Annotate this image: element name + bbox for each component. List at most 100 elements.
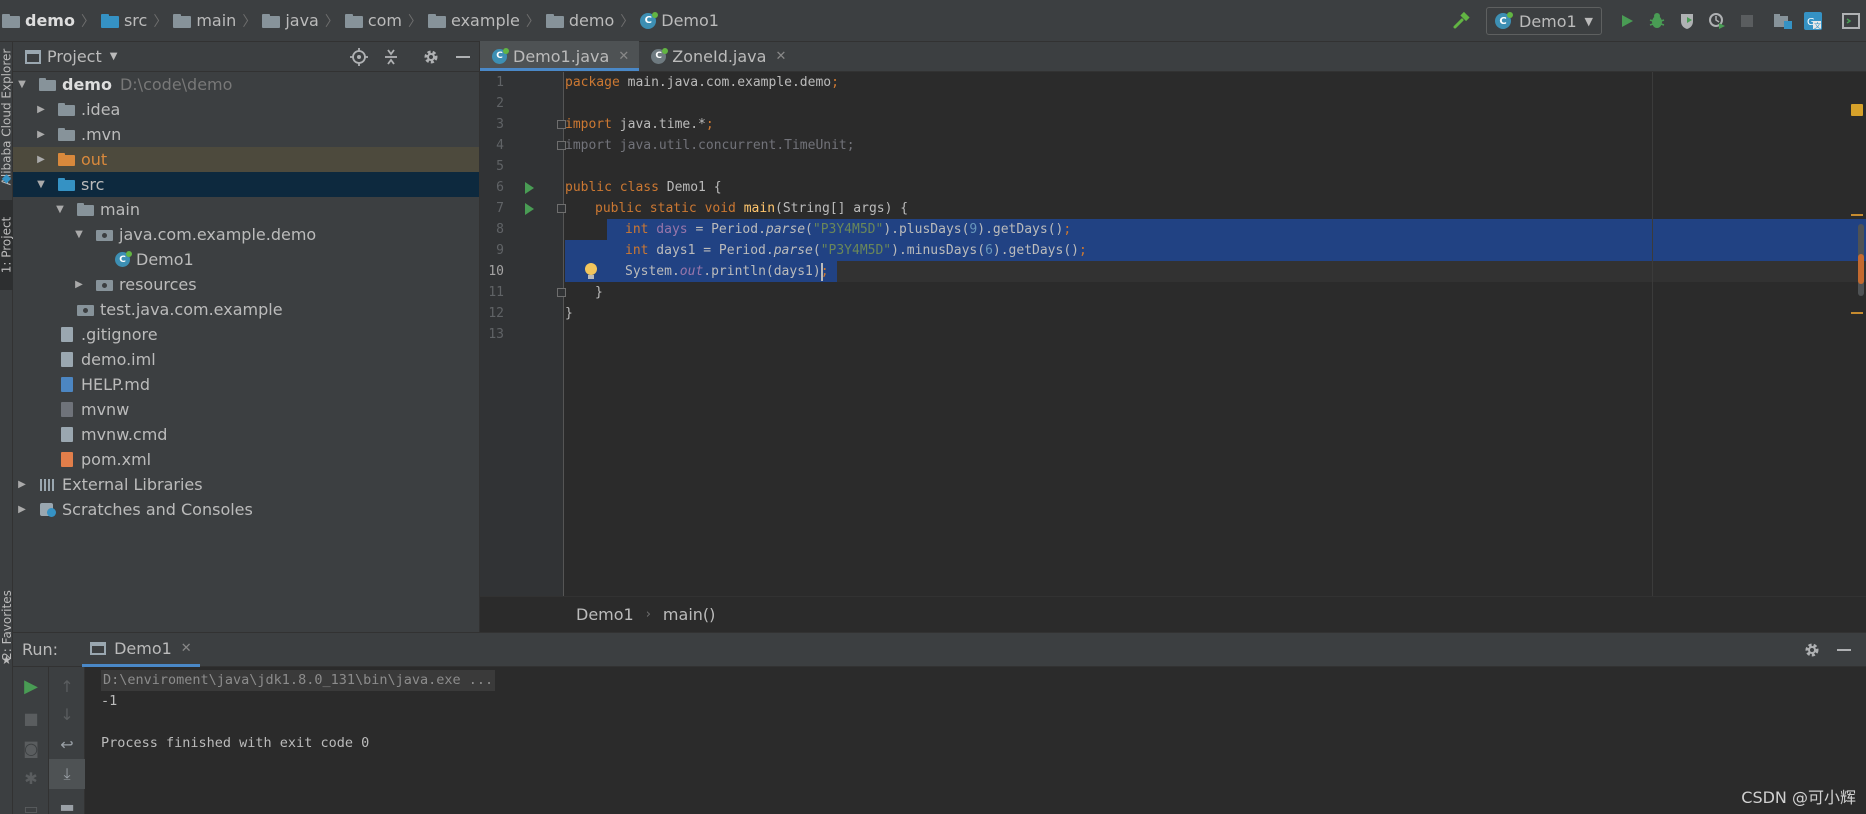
console-output[interactable]: D:\enviroment\java\jdk1.8.0_131\bin\java… — [101, 667, 1861, 814]
tree-item-pom-xml[interactable]: pom.xml — [13, 447, 479, 472]
build-hammer-icon[interactable] — [1446, 6, 1476, 36]
editor-error-stripe[interactable] — [1846, 104, 1866, 638]
breadcrumb-method-main[interactable]: main() — [663, 605, 715, 624]
run-icon[interactable] — [1612, 6, 1642, 36]
debug-icon[interactable] — [1642, 6, 1672, 36]
warning-stripe-mark[interactable] — [1851, 214, 1863, 216]
close-icon[interactable]: ✕ — [618, 49, 629, 64]
tree-item-resources[interactable]: ▶ resources — [13, 272, 479, 297]
soft-wrap-icon[interactable]: ↩ — [49, 729, 85, 759]
settings-icon[interactable]: ✱ — [13, 763, 49, 793]
rerun-icon[interactable]: ▶ — [13, 671, 49, 701]
profile-icon[interactable] — [1702, 6, 1732, 36]
breadcrumb-item-main[interactable]: main — [173, 11, 236, 30]
class-icon: C — [115, 251, 132, 267]
collapsed-arrow-icon[interactable]: ▶ — [17, 479, 27, 490]
tree-item-java-com-example-demo[interactable]: ▼ java.com.example.demo — [13, 222, 479, 247]
expanded-arrow-icon[interactable]: ▼ — [55, 204, 65, 215]
arrow-up-icon[interactable]: ↑ — [49, 671, 85, 701]
minimize-icon[interactable] — [1828, 635, 1860, 665]
editor-gutter[interactable]: 1 2 3 4 5 6 7 8 9 10 11 12 13 — [480, 72, 566, 596]
project-structure-icon[interactable] — [1768, 6, 1798, 36]
line-number[interactable]: 8 — [480, 222, 504, 237]
locate-crosshair-icon[interactable] — [343, 42, 375, 72]
warning-stripe-mark[interactable] — [1851, 312, 1863, 314]
tree-item-mvnw[interactable]: mvnw — [13, 397, 479, 422]
line-number[interactable]: 5 — [480, 159, 504, 174]
tree-item-demo[interactable]: ▼ demo D:\code\demo — [13, 72, 479, 97]
tab-demo1-java[interactable]: C Demo1.java ✕ — [480, 41, 640, 71]
run-tab-demo1[interactable]: Demo1 ✕ — [82, 633, 200, 667]
run-configuration-select[interactable]: C Demo1 ▼ — [1486, 7, 1602, 35]
breadcrumb-item-com[interactable]: com — [344, 11, 402, 30]
tree-item-src[interactable]: ▼ src — [13, 172, 479, 197]
collapsed-arrow-icon[interactable]: ▶ — [74, 279, 84, 290]
tree-item-scratches-and-consoles[interactable]: ▶ Scratches and Consoles — [13, 497, 479, 522]
tree-item-mvn[interactable]: ▶ .mvn — [13, 122, 479, 147]
collapsed-arrow-icon[interactable]: ▶ — [36, 129, 46, 140]
tree-item-label: mvnw.cmd — [81, 425, 168, 444]
run-gutter-icon[interactable] — [525, 203, 534, 215]
intention-bulb-icon[interactable] — [584, 263, 598, 281]
minimize-icon[interactable] — [447, 42, 479, 72]
collapsed-arrow-icon[interactable]: ▶ — [17, 504, 27, 515]
analysis-status-icon[interactable] — [1851, 104, 1863, 116]
close-icon[interactable]: ✕ — [775, 49, 786, 64]
line-number[interactable]: 1 — [480, 75, 504, 90]
coverage-icon[interactable] — [1672, 6, 1702, 36]
run-gutter-icon[interactable] — [525, 182, 534, 194]
tree-item-external-libraries[interactable]: ▶ External Libraries — [13, 472, 479, 497]
breadcrumb-item-demo1[interactable]: C Demo1 — [640, 11, 719, 30]
breadcrumb-item-src[interactable]: src — [100, 11, 147, 30]
expanded-arrow-icon[interactable]: ▼ — [36, 179, 46, 190]
arrow-down-icon[interactable]: ↓ — [49, 699, 85, 729]
scroll-to-end-icon[interactable]: ⤓ — [49, 759, 85, 789]
tree-item-mvnw-cmd[interactable]: mvnw.cmd — [13, 422, 479, 447]
stop-icon[interactable] — [1732, 6, 1762, 36]
line-number[interactable]: 4 — [480, 138, 504, 153]
line-number[interactable]: 9 — [480, 243, 504, 258]
line-number[interactable]: 13 — [480, 327, 504, 342]
line-number[interactable]: 3 — [480, 117, 504, 132]
chevron-down-icon[interactable]: ▼ — [110, 51, 118, 62]
tree-item-out[interactable]: ▶ out — [13, 147, 479, 172]
collapsed-arrow-icon[interactable]: ▶ — [36, 154, 46, 165]
line-number[interactable]: 7 — [480, 201, 504, 216]
gear-icon[interactable] — [1796, 635, 1828, 665]
line-number[interactable]: 11 — [480, 285, 504, 300]
terminal-icon[interactable] — [1836, 6, 1866, 36]
translate-icon[interactable]: G文 — [1798, 6, 1828, 36]
tree-item-idea[interactable]: ▶ .idea — [13, 97, 479, 122]
tab-zoneid-java[interactable]: C ZoneId.java ✕ — [639, 41, 796, 71]
breadcrumb-item-example[interactable]: example — [428, 11, 520, 30]
collapsed-arrow-icon[interactable]: ▶ — [36, 104, 46, 115]
line-number[interactable]: 6 — [480, 180, 504, 195]
close-icon[interactable]: ✕ — [181, 641, 192, 656]
line-number[interactable]: 10 — [480, 264, 504, 279]
tree-item-help-md[interactable]: HELP.md — [13, 372, 479, 397]
camera-icon[interactable]: ◙ — [13, 733, 49, 763]
line-number[interactable]: 12 — [480, 306, 504, 321]
console-command-line[interactable]: D:\enviroment\java\jdk1.8.0_131\bin\java… — [101, 670, 496, 691]
project-tool-tab[interactable]: 1: Project — [0, 200, 14, 290]
tree-item-gitignore[interactable]: .gitignore — [13, 322, 479, 347]
pin-icon[interactable]: ▭ — [13, 793, 49, 814]
gear-icon[interactable] — [415, 42, 447, 72]
project-view-selector[interactable]: Project — [47, 47, 102, 66]
tree-item-demo1[interactable]: C Demo1 — [13, 247, 479, 272]
tree-item-test-java-com-example[interactable]: test.java.com.example — [13, 297, 479, 322]
stop-icon[interactable]: ■ — [13, 703, 49, 733]
collapse-all-icon[interactable] — [375, 42, 407, 72]
expanded-arrow-icon[interactable]: ▼ — [17, 79, 27, 90]
print-icon[interactable]: ▬ — [49, 791, 85, 814]
breadcrumb-class-demo1[interactable]: Demo1 — [576, 605, 634, 624]
folder-icon — [545, 13, 564, 28]
tree-item-main[interactable]: ▼ main — [13, 197, 479, 222]
tree-item-demo-iml[interactable]: demo.iml — [13, 347, 479, 372]
breadcrumb-item-demo[interactable]: demo — [545, 11, 614, 30]
code-editor[interactable]: package main.java.com.example.demo; impo… — [565, 72, 1866, 596]
expanded-arrow-icon[interactable]: ▼ — [74, 229, 84, 240]
breadcrumb-item-java[interactable]: java — [262, 11, 319, 30]
breadcrumb-item-demo-module[interactable]: demo — [2, 11, 75, 30]
line-number[interactable]: 2 — [480, 96, 504, 111]
